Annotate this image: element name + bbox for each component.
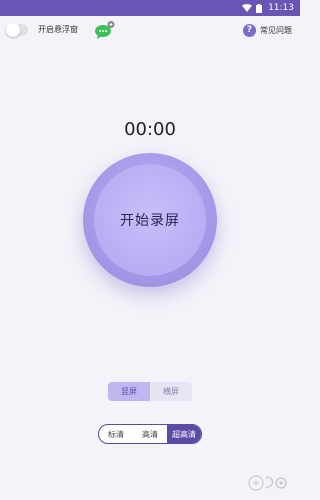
start-recording-button[interactable]: 开始录屏 [83,153,217,287]
recording-timer: 00:00 [124,119,176,140]
float-window-label: 开启悬浮窗 [38,25,78,34]
help-icon: ? [243,23,256,37]
quality-hd-button[interactable]: 高清 [133,425,167,443]
help-label: 常见问题 [260,25,292,35]
start-recording-button-inner: 开始录屏 [94,164,206,276]
float-window-toggle[interactable] [6,23,28,37]
watermark-logo [248,475,287,491]
help-link[interactable]: ? 常见问题 [243,22,292,38]
status-time: 11:13 [268,3,294,13]
start-recording-label: 开始录屏 [120,213,180,229]
orientation-portrait-button[interactable]: 竖屏 [108,382,150,401]
quality-uhd-button[interactable]: 超高清 [167,425,201,443]
quality-selector: 标清 高清 超高清 [98,424,202,444]
status-bar: 11:13 [0,0,300,16]
wifi-icon [242,4,253,12]
quality-sd-button[interactable]: 标清 [99,425,133,443]
chat-bubble-icon[interactable] [94,20,116,40]
orientation-selector: 竖屏 横屏 [108,382,192,401]
top-toolbar: 开启悬浮窗 ? 常见问题 [0,16,300,44]
toggle-knob [6,23,20,37]
battery-icon [256,3,263,13]
orientation-landscape-button[interactable]: 横屏 [150,382,192,401]
